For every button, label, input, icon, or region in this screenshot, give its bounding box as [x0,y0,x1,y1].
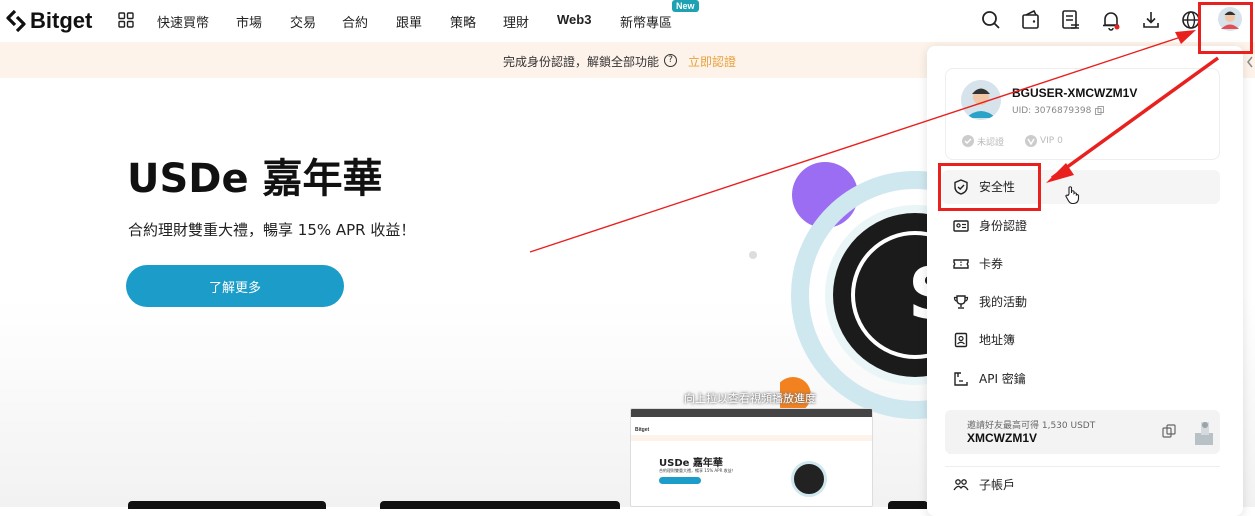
trophy-icon [953,294,969,309]
menu-item-sub-accounts[interactable]: 子帳戶 [953,476,1015,493]
menu-item-address-book[interactable]: 地址簿 [953,331,1015,348]
nav-quick-buy[interactable]: 快速買幣 [157,12,236,31]
address-book-icon [954,332,968,347]
menu-item-api-keys[interactable]: API 密鑰 [953,370,1026,387]
video-preview-thumbnail[interactable]: Bitget USDe 嘉年華 合約理財雙重大禮，暢享 15% APR 收益！ [630,408,873,507]
chevron-left-icon[interactable] [1246,56,1254,68]
thumb-title: USDe 嘉年華 [659,458,723,469]
ticket-icon [953,258,969,269]
copy-code-icon[interactable] [1162,424,1176,438]
help-icon[interactable]: ? [664,54,677,67]
menu-divider [945,466,1220,467]
menu-item-label: 我的活動 [979,295,1028,309]
sub-account-icon [953,478,969,490]
menu-item-label: 卡券 [979,257,1004,271]
avatar-highlight-box [1198,2,1253,54]
kyc-status-badge[interactable]: 未認證 [961,133,1004,149]
referral-gift-icon [1195,422,1213,445]
vip-level-text: VIP 0 [1040,136,1063,146]
profile-username: BGUSER-XMCWZM1V [1012,86,1138,100]
bitget-logo-icon [6,10,26,32]
kyc-status-text: 未認證 [977,137,1005,148]
carousel-tab[interactable] [380,501,620,509]
verify-now-link[interactable]: 立即認證 [688,53,736,70]
bell-icon[interactable] [1100,9,1122,31]
referral-code: XMCWZM1V [967,431,1037,445]
main-nav-links: 快速買幣 市場 交易 合約 跟單 策略 理財 Web3 新幣專區 [157,12,680,31]
download-icon[interactable] [1140,9,1162,31]
profile-uid: UID: 3076879398 [1012,106,1092,116]
hero-title: USDe 嘉年華 [127,156,383,202]
menu-item-my-events[interactable]: 我的活動 [953,293,1027,310]
thumb-coin [791,461,827,497]
id-card-icon [953,219,969,232]
nav-markets[interactable]: 市場 [236,12,290,31]
nav-strategies[interactable]: 策略 [450,12,503,31]
small-dot [749,251,757,259]
brand-name: Bitget [30,8,93,33]
vip-icon [1025,135,1037,147]
thumb-brand: Bitget [635,427,650,433]
nav-new-listings[interactable]: 新幣專區 [620,12,680,31]
nav-copy-trading[interactable]: 跟單 [396,12,450,31]
kyc-banner-text: 完成身份認證，解鎖全部功能 [503,55,660,69]
thumb-titlebar [631,409,872,417]
carousel-tab[interactable] [128,501,326,509]
new-badge: New [672,0,699,12]
menu-item-label: API 密鑰 [979,372,1026,386]
menu-item-label: 子帳戶 [979,478,1016,492]
video-caption: 向上拉以查看視頻播放進度 [684,392,816,405]
nav-earn[interactable]: 理財 [503,12,557,31]
apps-grid-icon[interactable] [118,12,134,28]
hand-cursor-icon [1065,186,1080,205]
copy-uid-icon[interactable] [1095,106,1104,115]
nav-trade[interactable]: 交易 [290,12,342,31]
menu-item-label: 身份認證 [979,219,1028,233]
referral-text: 邀請好友最高可得 1,530 USDT [967,421,1096,431]
api-key-icon [954,371,968,386]
wallet-icon[interactable] [1020,9,1042,31]
menu-item-identity[interactable]: 身份認證 [953,217,1027,234]
nav-futures[interactable]: 合約 [342,12,396,31]
thumb-button [659,477,701,484]
thumb-banner [631,435,872,441]
bitget-logo[interactable]: Bitget [6,8,92,34]
menu-item-coupons[interactable]: 卡券 [953,255,1003,272]
top-navigation-bar: Bitget 快速買幣 市場 交易 合約 跟單 策略 理財 Web3 新幣專區 … [0,0,1255,42]
hero-subtitle: 合約理財雙重大禮，暢享 15% APR 收益！ [128,221,416,239]
profile-avatar[interactable] [961,80,1001,120]
orders-icon[interactable] [1060,9,1082,31]
search-icon[interactable] [980,9,1002,31]
learn-more-button[interactable]: 了解更多 [126,265,344,307]
verified-icon [962,135,974,147]
nav-web3[interactable]: Web3 [557,12,620,31]
thumb-subtitle: 合約理財雙重大禮，暢享 15% APR 收益！ [659,468,736,473]
carousel-tab[interactable] [888,501,928,509]
vip-badge[interactable]: VIP 0 [1024,133,1063,149]
security-highlight-box [938,163,1041,211]
menu-item-label: 地址簿 [979,333,1016,347]
